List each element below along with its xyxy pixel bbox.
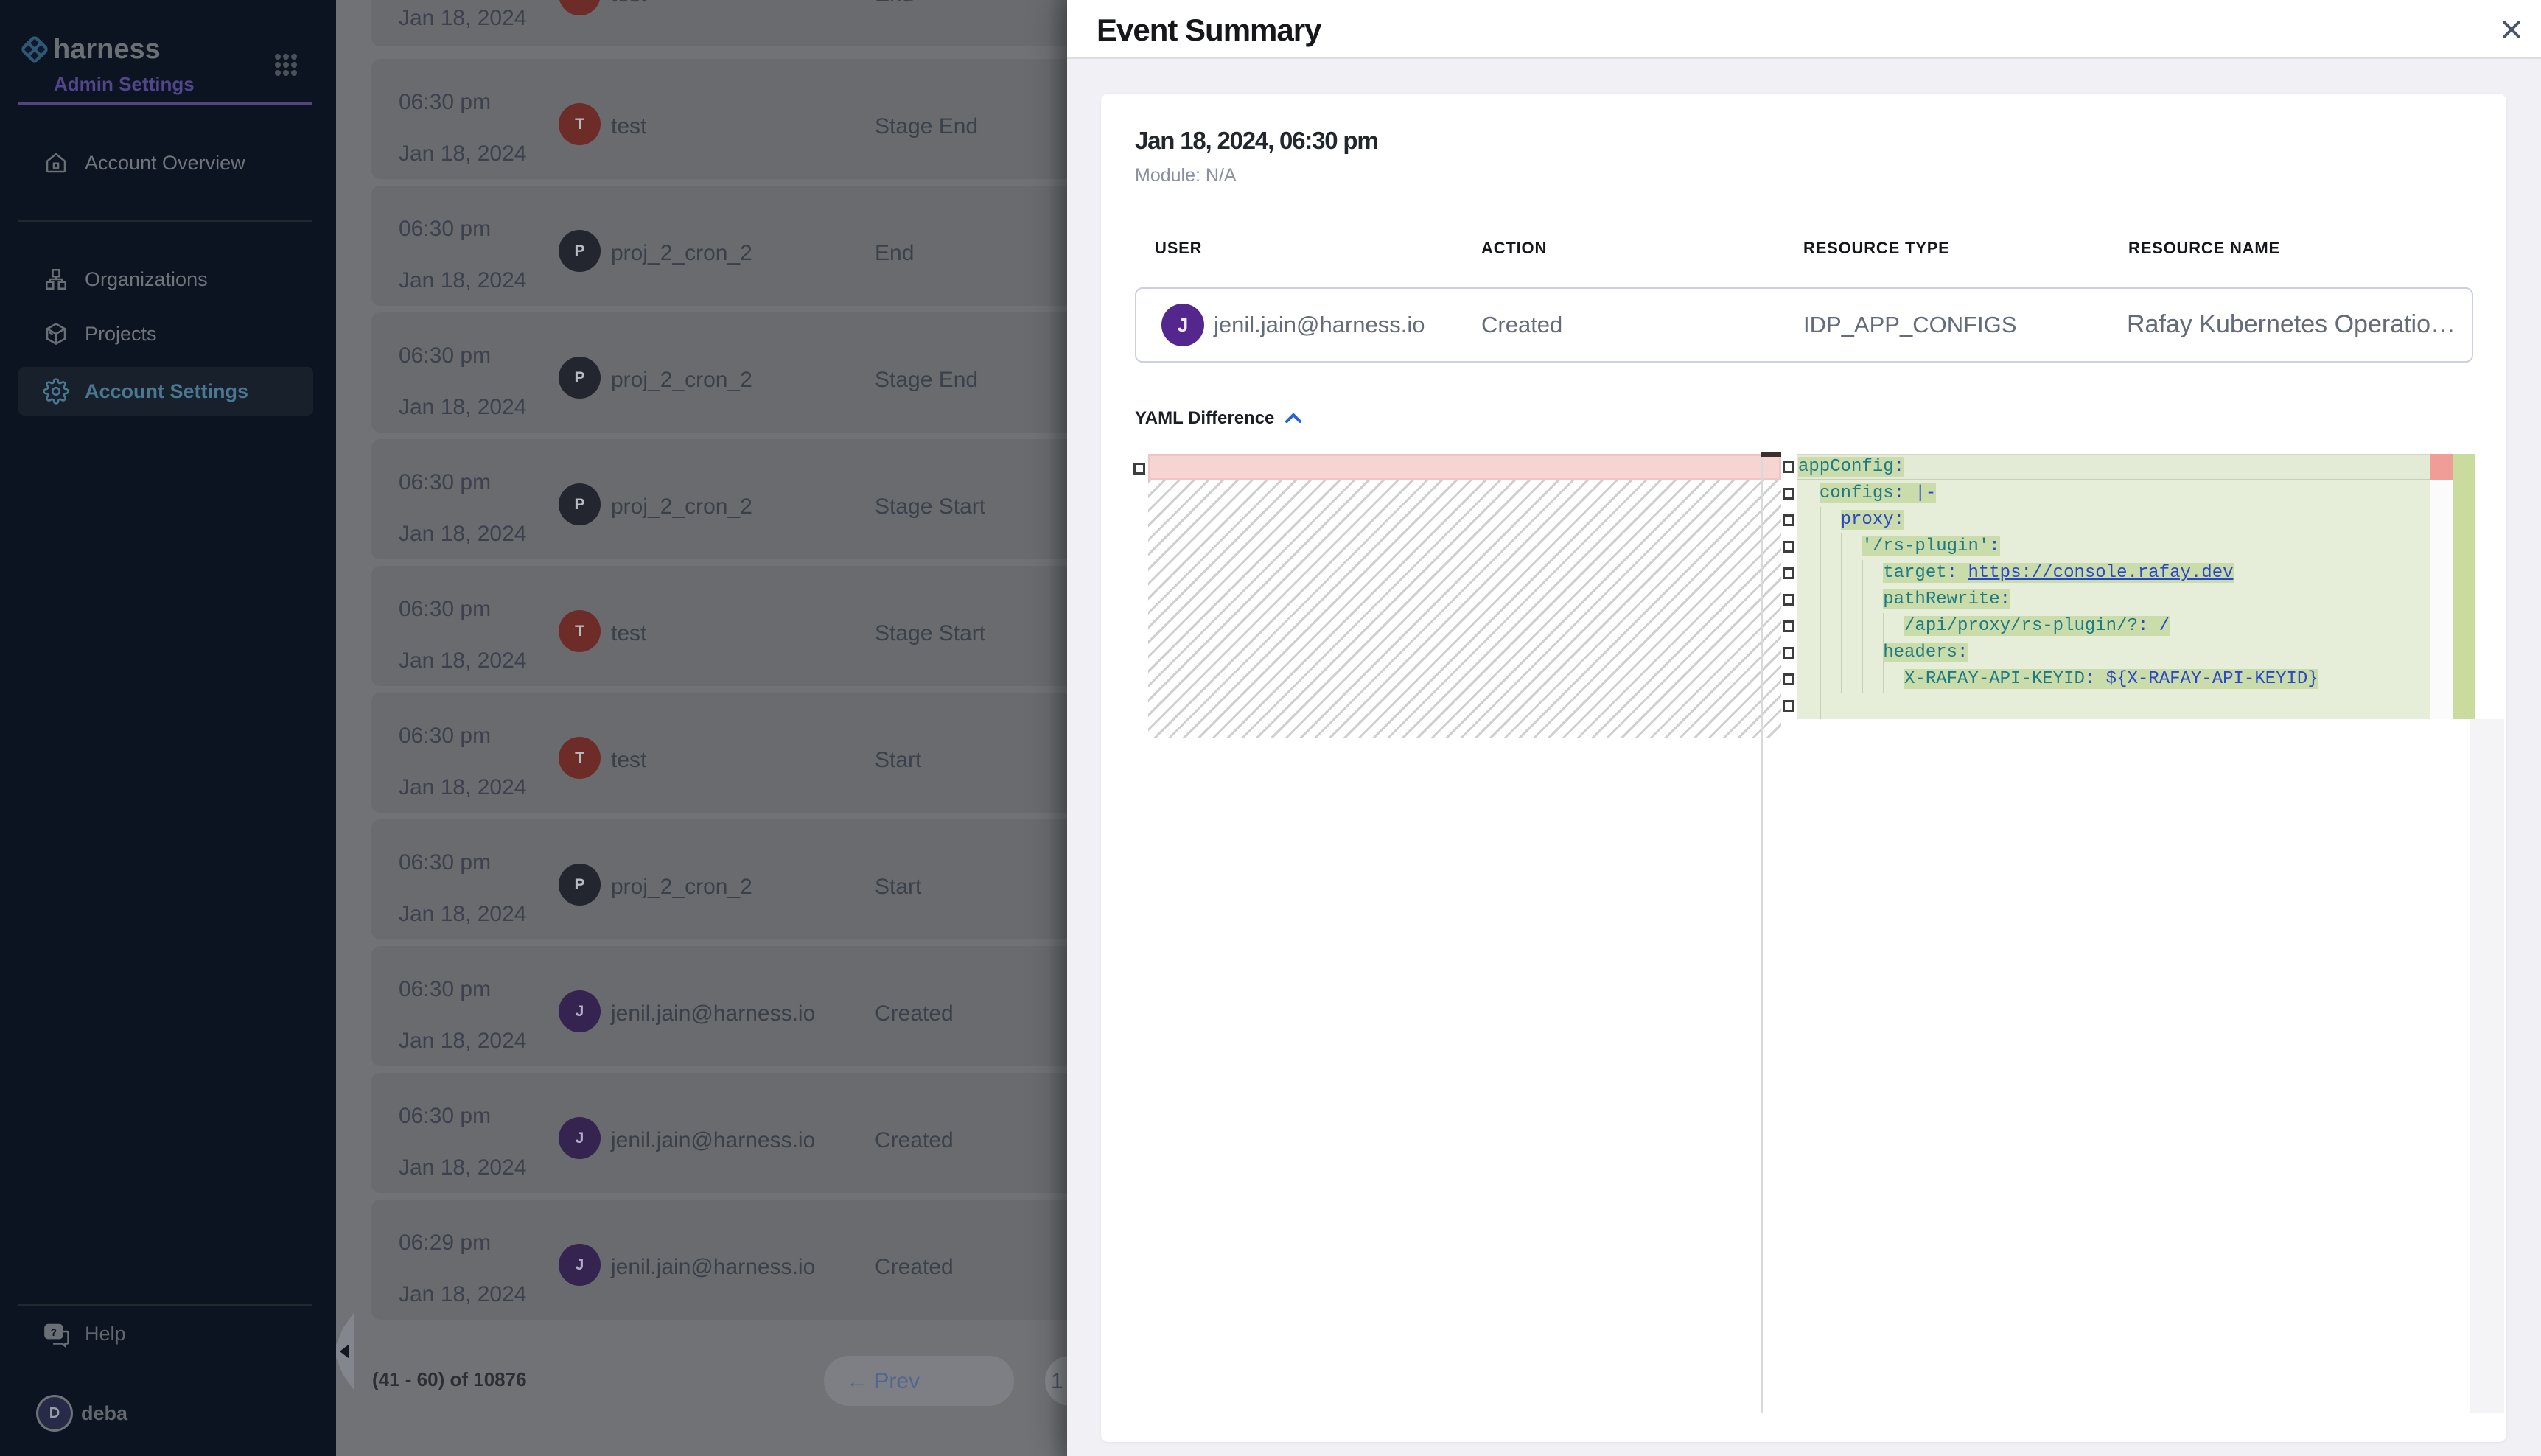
svg-text:?: ? [51, 1326, 57, 1338]
